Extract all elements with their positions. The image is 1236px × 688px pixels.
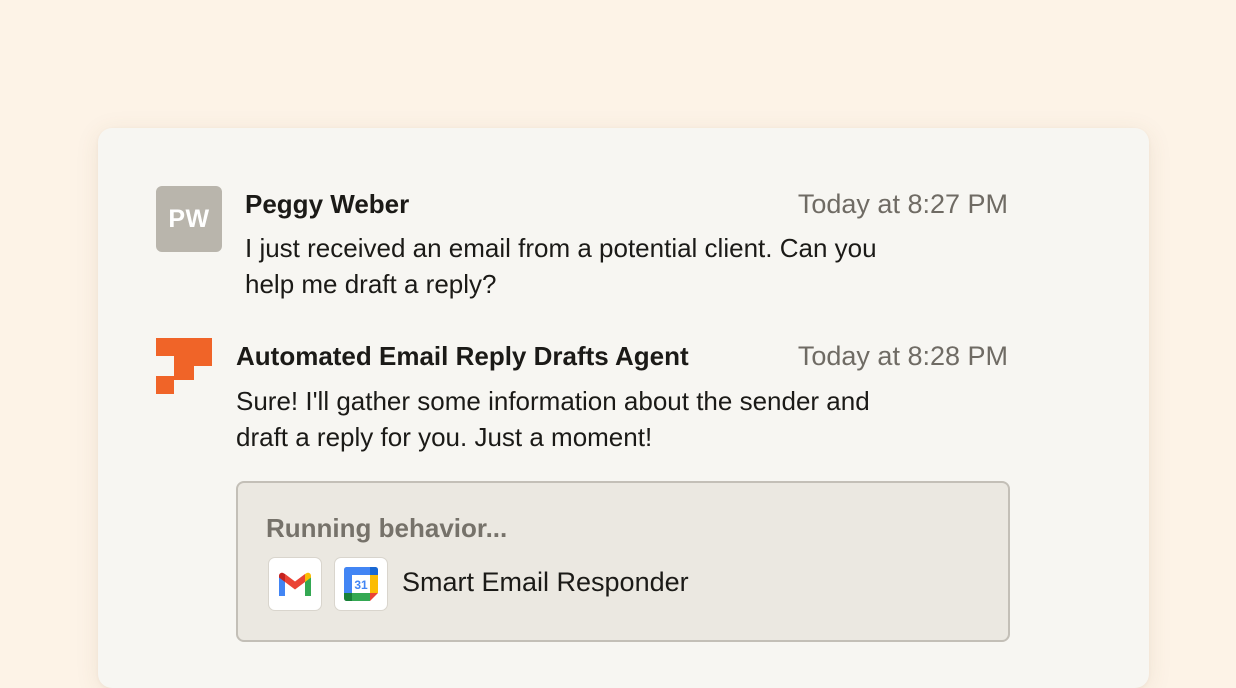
calendar-day: 31 bbox=[354, 578, 368, 592]
behavior-name: Smart Email Responder bbox=[402, 567, 689, 597]
message-text-line: draft a reply for you. Just a moment! bbox=[236, 422, 653, 452]
agent-logo-icon bbox=[156, 338, 212, 394]
running-behavior-panel[interactable]: Running behavior... 31 Smart Email Respo… bbox=[236, 481, 1010, 642]
chat-card: PW Peggy Weber Today at 8:27 PM I just r… bbox=[98, 128, 1149, 688]
message-timestamp: Today at 8:27 PM bbox=[797, 189, 1008, 219]
message-timestamp: Today at 8:28 PM bbox=[797, 341, 1008, 371]
behavior-status: Running behavior... bbox=[266, 513, 508, 543]
avatar: PW bbox=[156, 186, 222, 252]
message-text-line: I just received an email from a potentia… bbox=[245, 233, 877, 263]
gmail-icon bbox=[268, 557, 322, 611]
google-calendar-icon: 31 bbox=[334, 557, 388, 611]
sender-name: Automated Email Reply Drafts Agent bbox=[236, 341, 689, 371]
message-text: I just received an email from a potentia… bbox=[245, 230, 1005, 302]
sender-name: Peggy Weber bbox=[245, 189, 410, 219]
message-text: Sure! I'll gather some information about… bbox=[236, 383, 996, 455]
message-text-line: Sure! I'll gather some information about… bbox=[236, 386, 870, 416]
message-text-line: help me draft a reply? bbox=[245, 269, 497, 299]
